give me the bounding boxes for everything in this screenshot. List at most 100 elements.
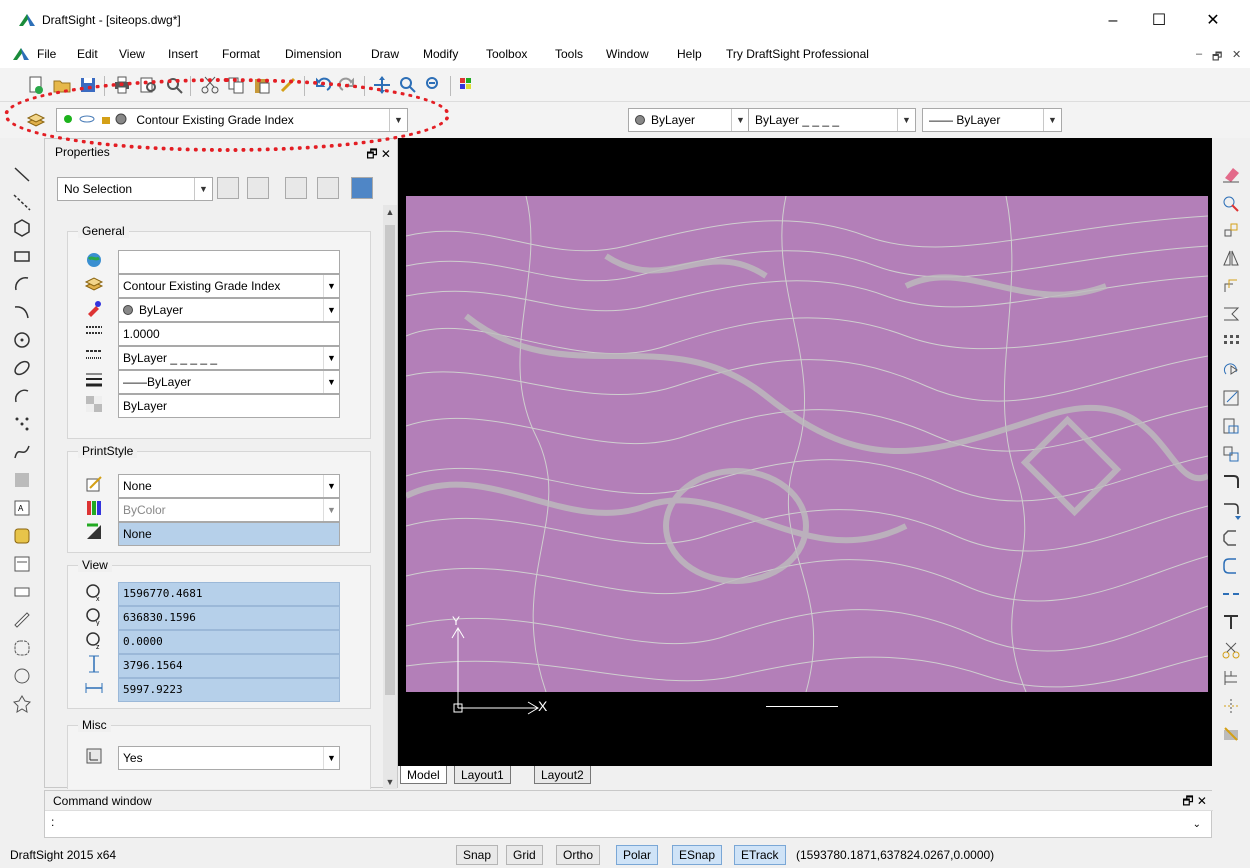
minimize-button[interactable]: – <box>1090 8 1136 34</box>
mdi-restore-button[interactable]: 🗗 <box>1212 48 1222 67</box>
ellipse-icon[interactable] <box>12 358 32 378</box>
color-bylayer-field[interactable]: ByLayer ▼ <box>118 298 340 322</box>
menu-try-professional[interactable]: Try DraftSight Professional <box>726 47 869 61</box>
menu-format[interactable]: Format <box>222 47 260 61</box>
chamfer-icon[interactable] <box>1221 528 1241 548</box>
save-icon[interactable] <box>78 75 98 95</box>
new-file-icon[interactable] <box>26 75 46 95</box>
cloud-icon[interactable] <box>12 638 32 658</box>
eraser-icon[interactable] <box>1221 164 1241 184</box>
polygon-icon[interactable] <box>12 218 32 238</box>
pattern-icon[interactable] <box>1221 304 1241 324</box>
menu-help[interactable]: Help <box>677 47 702 61</box>
cut-icon[interactable] <box>200 75 220 95</box>
ucs-icon-field[interactable]: Yes ▼ <box>118 746 340 770</box>
simple-note-icon[interactable] <box>12 582 32 602</box>
mdi-close-button[interactable]: ✕ <box>1232 48 1241 61</box>
quick-select-icon[interactable] <box>217 177 239 199</box>
chevron-down-icon[interactable]: ▼ <box>897 109 915 131</box>
menu-file[interactable]: File <box>37 47 56 61</box>
trim-icon[interactable] <box>1221 472 1241 492</box>
menu-dimension[interactable]: Dimension <box>285 47 342 61</box>
grid-toggle[interactable]: Grid <box>506 845 543 865</box>
printstyle-field[interactable]: None ▼ <box>118 474 340 498</box>
arc-icon[interactable] <box>12 274 32 294</box>
hatch-icon[interactable] <box>12 470 32 490</box>
rectangle-icon[interactable] <box>12 246 32 266</box>
region-icon[interactable] <box>12 526 32 546</box>
undo-icon[interactable] <box>312 75 332 95</box>
paste-icon[interactable] <box>252 75 272 95</box>
menu-toolbox[interactable]: Toolbox <box>486 47 527 61</box>
layer-manager-icon[interactable] <box>458 75 478 95</box>
document-icon[interactable] <box>12 46 30 62</box>
match-properties-icon[interactable] <box>278 75 298 95</box>
delete-duplicates-icon[interactable] <box>1221 192 1241 212</box>
chevron-down-icon[interactable]: ▼ <box>323 747 339 769</box>
menu-view[interactable]: View <box>119 47 145 61</box>
layer-combo[interactable]: Contour Existing Grade Index ▼ <box>56 108 408 132</box>
scroll-up-icon[interactable]: ▲ <box>383 205 397 219</box>
scissors-icon[interactable] <box>1221 640 1241 660</box>
elliptical-arc-icon[interactable] <box>12 386 32 406</box>
transparency-field[interactable]: ByLayer <box>118 394 340 418</box>
select-objects-icon[interactable] <box>247 177 269 199</box>
scrollbar-thumb[interactable] <box>385 225 395 695</box>
polar-toggle[interactable]: Polar <box>616 845 659 865</box>
printstyle-table-field[interactable]: None <box>118 522 340 546</box>
scroll-down-icon[interactable]: ▼ <box>383 775 397 789</box>
zoom-preview-icon[interactable] <box>164 75 184 95</box>
chevron-down-icon[interactable]: ▼ <box>323 299 339 321</box>
hatch-edit-icon[interactable] <box>1221 724 1241 744</box>
circle-icon[interactable] <box>12 330 32 350</box>
expand-icon[interactable]: ⌄ <box>1193 819 1201 830</box>
selection-dropdown[interactable]: No Selection ▼ <box>57 177 213 201</box>
linetype-combo[interactable]: ByLayer _ _ _ _ ▼ <box>748 108 916 132</box>
revision-cloud-icon[interactable] <box>12 610 32 630</box>
offset-icon[interactable] <box>1221 276 1241 296</box>
chevron-down-icon[interactable]: ▼ <box>1043 109 1061 131</box>
help-icon[interactable] <box>351 177 373 199</box>
menu-draw[interactable]: Draw <box>371 47 399 61</box>
explode-icon[interactable] <box>1221 668 1241 688</box>
note-icon[interactable] <box>12 554 32 574</box>
block-icon[interactable]: A <box>12 498 32 518</box>
copy-entity-icon[interactable] <box>1221 220 1241 240</box>
color-field[interactable] <box>118 250 340 274</box>
chevron-down-icon[interactable]: ▼ <box>731 109 749 131</box>
redo-icon[interactable] <box>338 75 358 95</box>
chevron-down-icon[interactable]: ▼ <box>323 475 339 497</box>
fillet-icon[interactable] <box>1221 556 1241 576</box>
chevron-down-icon[interactable]: ▼ <box>323 347 339 369</box>
esnap-toggle[interactable]: ESnap <box>672 845 723 865</box>
toggle-pickadd-icon[interactable] <box>285 177 307 199</box>
properties-scrollbar[interactable]: ▲ ▼ <box>383 205 397 789</box>
ortho-toggle[interactable]: Ortho <box>556 845 601 865</box>
join-icon[interactable] <box>1221 584 1241 604</box>
palette-close-icon[interactable]: 🗗 ✕ <box>366 145 391 166</box>
chevron-down-icon[interactable]: ▼ <box>323 371 339 393</box>
menu-modify[interactable]: Modify <box>423 47 458 61</box>
zoom-out-icon[interactable] <box>424 75 444 95</box>
copy-icon[interactable] <box>226 75 246 95</box>
drawing-canvas[interactable]: X Y <box>398 138 1212 766</box>
infinite-line-icon[interactable] <box>12 192 32 212</box>
lineweight-combo[interactable]: —— ByLayer ▼ <box>922 108 1062 132</box>
shape-icon[interactable] <box>12 694 32 714</box>
layer-field[interactable]: Contour Existing Grade Index ▼ <box>118 274 340 298</box>
print-preview-icon[interactable] <box>138 75 158 95</box>
line-icon[interactable] <box>12 164 32 184</box>
command-close-icon[interactable]: 🗗 ✕ <box>1182 791 1207 811</box>
rotate-icon[interactable] <box>1221 360 1241 380</box>
open-folder-icon[interactable] <box>52 75 72 95</box>
arc-3point-icon[interactable] <box>12 302 32 322</box>
lineweight-field[interactable]: ——ByLayer ▼ <box>118 370 340 394</box>
array-icon[interactable] <box>1221 332 1241 352</box>
scale-icon[interactable] <box>1221 388 1241 408</box>
layer-icon[interactable] <box>26 110 46 130</box>
tab-model[interactable]: Model <box>400 766 447 784</box>
zoom-in-icon[interactable] <box>398 75 418 95</box>
pan-icon[interactable] <box>372 75 392 95</box>
donut-icon[interactable] <box>12 666 32 686</box>
print-icon[interactable] <box>112 75 132 95</box>
